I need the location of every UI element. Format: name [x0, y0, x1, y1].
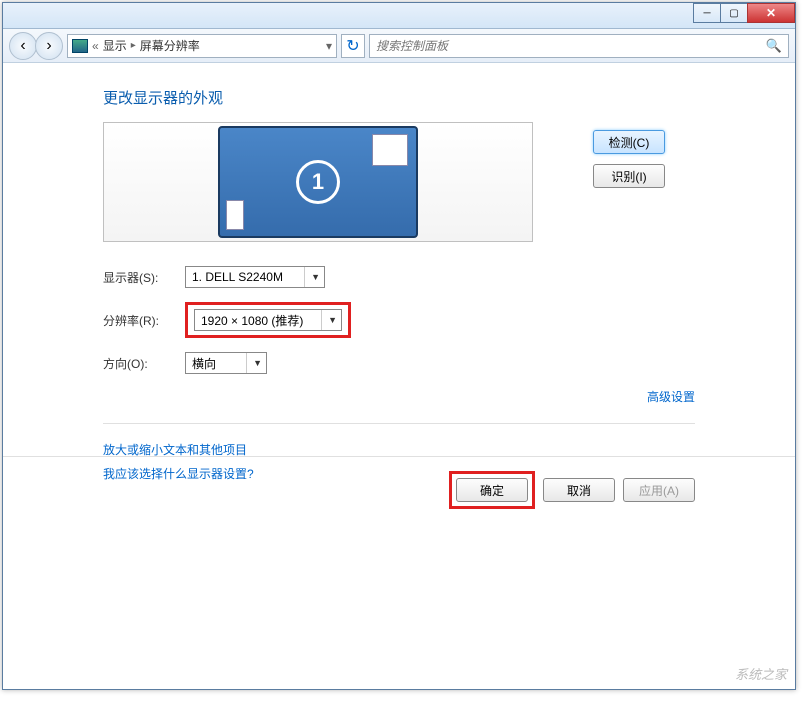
chevron-down-icon: ▼ [321, 310, 337, 330]
search-input[interactable] [376, 39, 766, 53]
chevron-down-icon: ▼ [304, 267, 320, 287]
highlight-box: 确定 [449, 471, 535, 509]
address-bar[interactable]: « 显示 ▸ 屏幕分辨率 ▾ [67, 34, 337, 58]
display-row: 显示器(S): 1. DELL S2240M ▼ [103, 266, 695, 288]
address-dropdown-icon[interactable]: ▾ [326, 39, 332, 53]
forward-button[interactable]: › [35, 32, 63, 60]
orientation-label: 方向(O): [103, 355, 185, 372]
chevron-down-icon: ▼ [246, 353, 262, 373]
scale-text-link[interactable]: 放大或缩小文本和其他项目 [103, 443, 247, 457]
breadcrumb-prefix: « [92, 39, 99, 53]
advanced-link-row: 高级设置 [103, 388, 695, 405]
detect-button[interactable]: 检测(C) [593, 130, 665, 154]
close-button[interactable]: ✕ [747, 3, 795, 23]
chevron-right-icon: ▸ [131, 40, 136, 51]
resolution-dropdown[interactable]: 1920 × 1080 (推荐) ▼ [194, 309, 342, 331]
refresh-button[interactable]: ↻ [341, 34, 365, 58]
display-value: 1. DELL S2240M [192, 270, 283, 284]
resolution-label: 分辨率(R): [103, 312, 185, 329]
divider [103, 423, 695, 424]
maximize-button[interactable]: ▢ [720, 3, 748, 23]
breadcrumb-display[interactable]: 显示 [103, 37, 127, 54]
resolution-row: 分辨率(R): 1920 × 1080 (推荐) ▼ [103, 302, 695, 338]
watermark: 系统之家 [735, 664, 787, 683]
minimize-button[interactable]: ─ [693, 3, 721, 23]
search-icon[interactable]: 🔍 [766, 38, 782, 54]
orientation-row: 方向(O): 横向 ▼ [103, 352, 695, 374]
mini-window-icon [226, 200, 244, 230]
window-controls: ─ ▢ ✕ [694, 3, 795, 23]
ok-button[interactable]: 确定 [456, 478, 528, 502]
breadcrumb-resolution[interactable]: 屏幕分辨率 [140, 37, 200, 54]
apply-button[interactable]: 应用(A) [623, 478, 695, 502]
mini-window-icon [372, 134, 408, 166]
monitor-thumbnail[interactable]: 1 [218, 126, 418, 238]
orientation-value: 横向 [192, 355, 216, 372]
display-dropdown[interactable]: 1. DELL S2240M ▼ [185, 266, 325, 288]
advanced-settings-link[interactable]: 高级设置 [647, 390, 695, 404]
content-panel: 更改显示器的外观 1 检测(C) 识别(I) 显示器(S): 1. DELL S… [3, 63, 795, 506]
navigation-bar: ‹ › « 显示 ▸ 屏幕分辨率 ▾ ↻ 🔍 [3, 29, 795, 63]
monitor-number: 1 [296, 160, 340, 204]
preview-row: 1 检测(C) 识别(I) [103, 122, 695, 242]
highlight-box: 1920 × 1080 (推荐) ▼ [185, 302, 351, 338]
back-button[interactable]: ‹ [9, 32, 37, 60]
resolution-value: 1920 × 1080 (推荐) [201, 312, 303, 329]
side-buttons: 检测(C) 识别(I) [593, 122, 665, 242]
monitor-icon [72, 39, 88, 53]
window-frame: ─ ▢ ✕ ‹ › « 显示 ▸ 屏幕分辨率 ▾ ↻ 🔍 更改显示器的外观 [2, 2, 796, 690]
footer-buttons: 确定 取消 应用(A) [3, 456, 795, 509]
display-label: 显示器(S): [103, 269, 185, 286]
search-bar: 🔍 [369, 34, 789, 58]
nav-arrows: ‹ › [9, 32, 63, 60]
identify-button[interactable]: 识别(I) [593, 164, 665, 188]
cancel-button[interactable]: 取消 [543, 478, 615, 502]
titlebar: ─ ▢ ✕ [3, 3, 795, 29]
page-title: 更改显示器的外观 [103, 87, 695, 108]
display-preview[interactable]: 1 [103, 122, 533, 242]
orientation-dropdown[interactable]: 横向 ▼ [185, 352, 267, 374]
